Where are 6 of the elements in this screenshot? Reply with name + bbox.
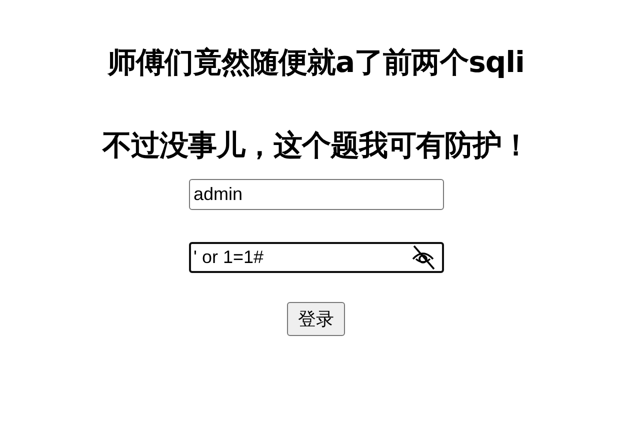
heading: 不过没事儿，这个题我可有防护！ [102, 127, 530, 164]
login-button[interactable]: 登录 [287, 302, 345, 336]
input-field[interactable]: ' or 1=1# [188, 242, 444, 273]
eye-slash-icon[interactable] [410, 244, 436, 270]
heading: 师傅们竟然随便就a了前两个sqli [108, 44, 524, 81]
input-field[interactable]: admin [188, 179, 444, 210]
